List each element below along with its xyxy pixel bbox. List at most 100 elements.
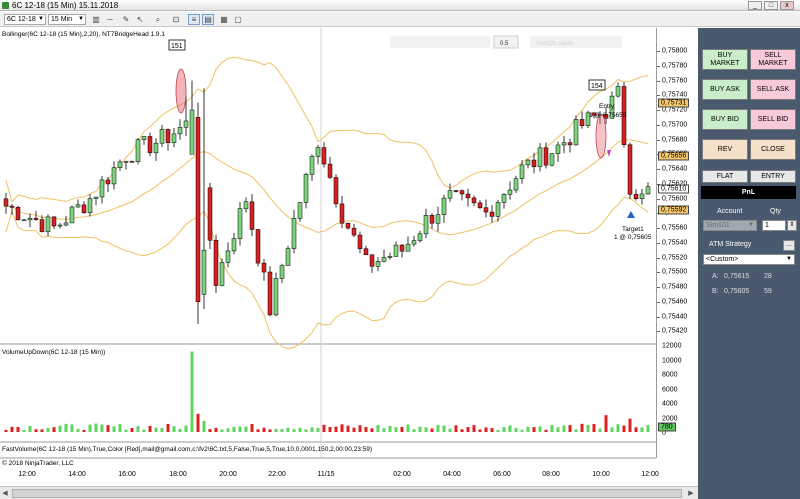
volume-bar	[82, 429, 86, 432]
ask-price: 0,75615	[724, 273, 750, 280]
atm-strategy-select[interactable]: <Custom> ▼	[703, 254, 795, 265]
buy-ask-button[interactable]: BUY ASK	[702, 79, 748, 100]
volume-bar	[586, 424, 590, 432]
candle-body	[507, 189, 513, 195]
flat-button[interactable]: FLAT	[702, 170, 748, 183]
panel2-icon[interactable]: ▦	[218, 14, 230, 25]
close-position-button[interactable]: CLOSE	[750, 139, 796, 160]
minimize-button[interactable]: _	[748, 1, 762, 10]
candle-body	[513, 178, 519, 191]
candle-body	[477, 202, 483, 208]
volume-bar	[232, 426, 236, 432]
volume-bar	[406, 424, 410, 432]
candle-body	[39, 219, 45, 233]
sell-bid-button[interactable]: SELL BID	[750, 109, 796, 130]
scroll-left-icon[interactable]: ◀	[0, 488, 10, 499]
properties-icon[interactable]: ≡	[188, 14, 200, 25]
candle-body	[567, 142, 573, 146]
candle-body	[549, 153, 555, 166]
time-label: 18:00	[169, 471, 187, 478]
volume-bar	[568, 425, 572, 432]
title-bar: 6C 12-18 (15 Min) 15.11.2018 _ □ x	[0, 0, 800, 11]
candle-body	[465, 193, 471, 199]
close-label: CLOSE	[761, 145, 785, 153]
app-icon	[2, 2, 9, 9]
interval-select[interactable]: 15 Min ▼	[48, 14, 86, 25]
price-label: 0,75520	[662, 254, 688, 261]
candle-body	[111, 167, 117, 185]
volume-bar	[592, 424, 596, 432]
volume-bar	[190, 351, 194, 432]
pencil-icon[interactable]: ✎	[120, 14, 132, 25]
candle-body	[189, 109, 195, 155]
candle-body	[519, 164, 525, 179]
candle-body	[363, 248, 369, 256]
entry-button[interactable]: ENTRY	[750, 170, 796, 183]
price-axis[interactable]: 0,75800 0,75780 0,75760 0,75740 0,75720 0,757…	[656, 28, 698, 458]
volume-bar	[40, 429, 44, 432]
scrollbar-thumb[interactable]	[12, 489, 682, 498]
volume-bar	[526, 426, 530, 432]
volume-bar	[436, 424, 440, 432]
candle-body	[105, 179, 111, 185]
candle-body	[537, 147, 543, 168]
candle-body	[375, 261, 381, 267]
reverse-button[interactable]: REV	[702, 139, 748, 160]
price-tick	[657, 80, 660, 82]
candle-body	[369, 254, 375, 267]
panel-icon[interactable]: ▤	[202, 14, 214, 25]
volume-bar	[430, 428, 434, 432]
zoom-icon[interactable]: ⊡	[170, 14, 182, 25]
price-tick	[657, 287, 660, 288]
volume-axis-label: 12000	[662, 342, 682, 350]
atm-more-button[interactable]: …	[783, 240, 795, 251]
scroll-right-icon[interactable]: ▶	[686, 488, 696, 499]
price-label: 0,75760	[662, 77, 688, 84]
volume-bar	[610, 427, 614, 432]
volume-bar	[286, 427, 290, 432]
target-label: Target1	[622, 226, 644, 233]
instrument-select[interactable]: 6C 12-18 ▼	[4, 14, 46, 25]
chart-area[interactable]: 0.5 Sim101 cases 151 154 Entry 1 @ 0,75655 Tar…	[0, 28, 698, 486]
candle-body	[423, 214, 429, 235]
sell-ask-button[interactable]: SELL ASK	[750, 79, 796, 100]
volume-bar	[4, 429, 8, 432]
volume-bar	[142, 429, 146, 432]
close-window-button[interactable]: x	[780, 1, 794, 10]
candle-body	[183, 120, 189, 128]
candle-body	[237, 208, 243, 239]
candle-body	[441, 197, 447, 215]
sell-market-button[interactable]: SELL MARKET	[750, 49, 796, 70]
volume-bar	[130, 427, 134, 432]
quantity-input[interactable]: 1	[762, 220, 786, 231]
volume-bar	[484, 427, 488, 432]
bar-chart-icon[interactable]: ▥	[90, 14, 102, 25]
magnify-icon[interactable]: ⌕	[152, 14, 164, 25]
price-chart-svg[interactable]: 0.5 Sim101 cases 151 154 Entry 1 @ 0,75655 Tar…	[0, 28, 698, 486]
candle-body	[201, 249, 207, 295]
entry-label: ENTRY	[761, 172, 785, 180]
pointer-icon[interactable]: ↖	[134, 14, 146, 25]
price-tick	[657, 95, 660, 97]
buy-market-button[interactable]: BUY MARKET	[702, 49, 748, 70]
chart-scrollbar[interactable]: ◀ ▶	[0, 486, 698, 499]
volume-bar	[580, 423, 584, 432]
chevron-down-icon: ▼	[78, 16, 84, 22]
candle-body	[75, 204, 81, 208]
account-select[interactable]: Sim101 ▼	[703, 220, 757, 231]
candle-body	[129, 161, 135, 163]
volume-bar	[268, 429, 272, 432]
volume-bar	[574, 429, 578, 432]
volume-bar	[508, 425, 512, 432]
line-tool-icon[interactable]: ─	[104, 14, 116, 25]
candle-body	[273, 278, 279, 316]
quantity-stepper[interactable]: ⇕	[787, 220, 797, 231]
chevron-down-icon: ▼	[786, 256, 792, 262]
volume-bar	[298, 427, 302, 432]
bid-label: B:	[712, 288, 719, 295]
text-icon[interactable]: ▢	[232, 14, 244, 25]
buy-bid-button[interactable]: BUY BID	[702, 109, 748, 130]
maximize-button[interactable]: □	[764, 1, 778, 10]
volume-bar	[70, 424, 74, 432]
order-entry-panel: BUY MARKET SELL MARKET BUY ASK SELL ASK …	[698, 28, 800, 499]
